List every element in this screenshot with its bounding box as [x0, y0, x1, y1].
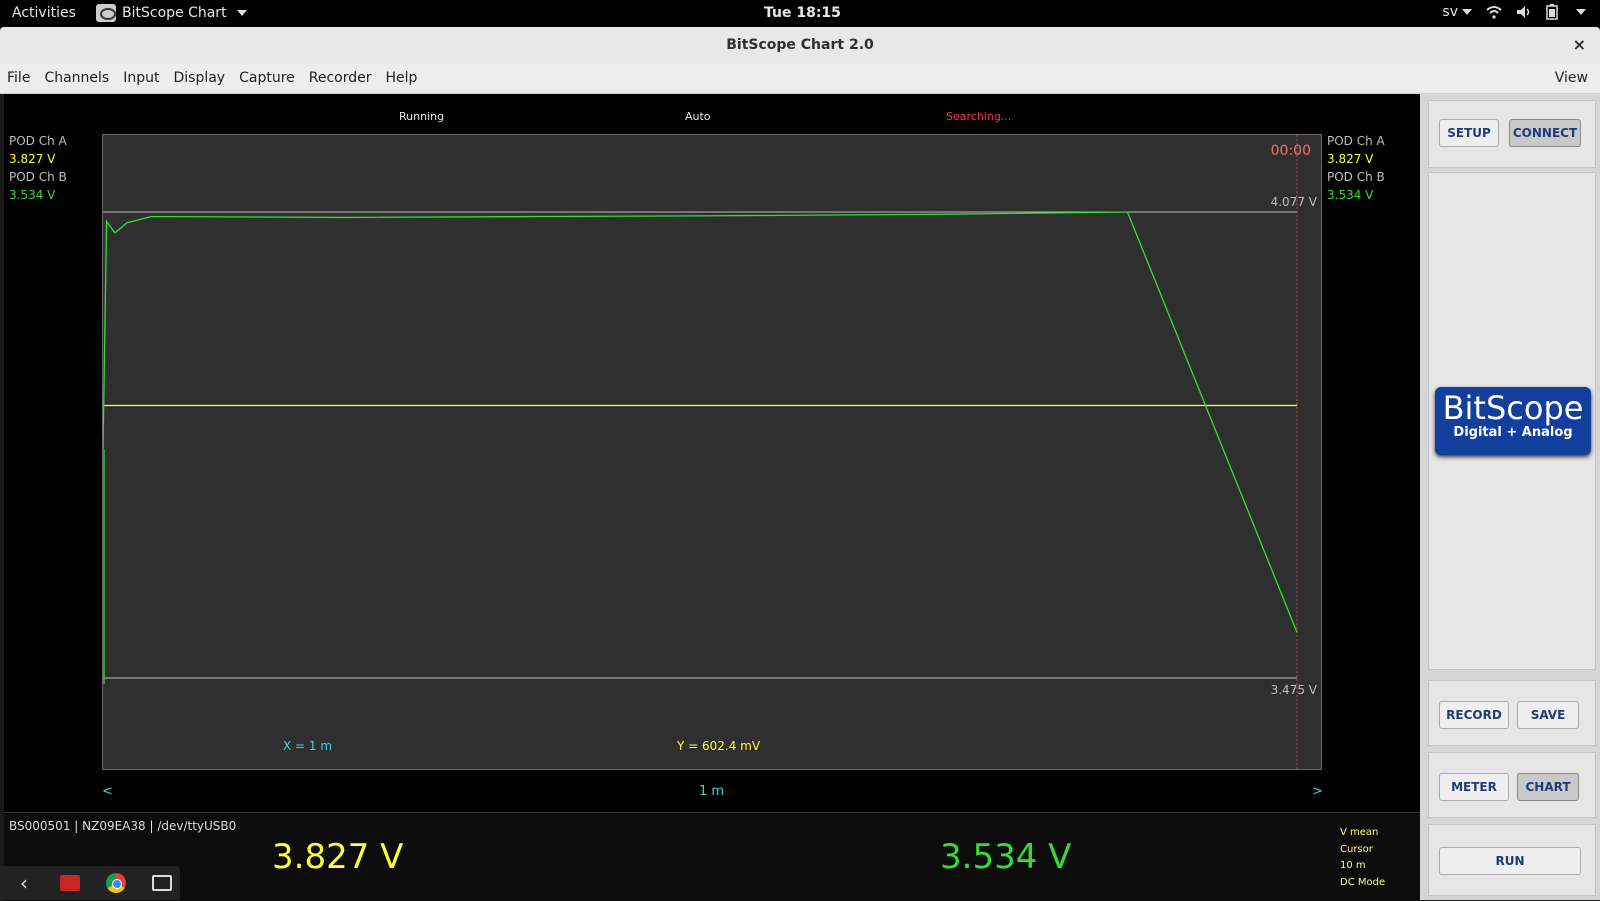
chart-display-area: Running Auto Searching... POD Ch A 3.827… — [4, 94, 1420, 901]
timebase-label: 1 m — [699, 784, 725, 799]
logo-title: BitScope — [1442, 389, 1584, 427]
menu-view[interactable]: View — [1555, 70, 1588, 86]
ch-a-value: 3.827 V — [9, 152, 56, 166]
control-sidebar: SETUP CONNECT BitScope Digital + Analog … — [1420, 94, 1600, 900]
menu-channels[interactable]: Channels — [44, 70, 109, 86]
menu-help[interactable]: Help — [386, 70, 418, 86]
ch-b-label: POD Ch B — [1327, 170, 1385, 184]
left-channel-readout: POD Ch A 3.827 V POD Ch B 3.534 V — [9, 132, 67, 204]
save-button[interactable]: SAVE — [1517, 701, 1579, 729]
connect-button[interactable]: CONNECT — [1509, 119, 1581, 147]
window-title-bar: BitScope Chart 2.0 × — [0, 27, 1600, 65]
waveform-plot[interactable]: 00:00 4.077 V 3.475 V X = 1 m Y = 602.4 … — [102, 134, 1322, 770]
bitscope-logo: BitScope Digital + Analog — [1435, 387, 1591, 455]
elapsed-time: 00:00 — [1270, 143, 1311, 159]
measurement-modes: V mean Cursor 10 m DC Mode — [1340, 825, 1385, 891]
ch-a-value: 3.827 V — [1327, 152, 1374, 166]
logo-subtitle: Digital + Analog — [1453, 425, 1573, 440]
calendar-app-icon[interactable] — [58, 872, 82, 894]
ch-a-label: POD Ch A — [9, 134, 67, 148]
system-status-area[interactable]: sv — [1442, 4, 1586, 20]
menu-display[interactable]: Display — [173, 70, 225, 86]
upper-voltage-label: 4.077 V — [1270, 195, 1317, 209]
app-menu-button[interactable]: BitScope Chart — [96, 4, 247, 22]
taskbar-dock: ‹ — [0, 866, 180, 900]
chrome-icon[interactable] — [104, 872, 128, 894]
menu-capture[interactable]: Capture — [239, 70, 295, 86]
wifi-icon — [1486, 6, 1502, 19]
run-panel: RUN — [1428, 824, 1596, 896]
big-ch-b-value: 3.534 V — [940, 837, 1072, 877]
menu-recorder[interactable]: Recorder — [309, 70, 372, 86]
mode-v-mean[interactable]: V mean — [1340, 825, 1385, 842]
chart-button[interactable]: CHART — [1517, 773, 1579, 801]
ch-a-label: POD Ch A — [1327, 134, 1385, 148]
connect-panel: SETUP CONNECT — [1428, 100, 1596, 168]
chevron-down-icon — [1462, 9, 1472, 15]
big-ch-a-value: 3.827 V — [272, 837, 404, 877]
x-cursor-readout: X = 1 m — [283, 739, 333, 753]
right-channel-readout: POD Ch A 3.827 V POD Ch B 3.534 V — [1327, 132, 1385, 204]
chevron-down-icon — [236, 10, 247, 16]
system-top-bar: Activities BitScope Chart Tue 18:15 sv — [0, 0, 1600, 27]
battery-icon — [1546, 4, 1558, 20]
clock[interactable]: Tue 18:15 — [764, 5, 841, 21]
scroll-left-button[interactable]: < — [102, 784, 113, 799]
network-app-icon[interactable] — [150, 872, 174, 894]
ch-b-value: 3.534 V — [9, 188, 56, 202]
ch-b-label: POD Ch B — [9, 170, 67, 184]
activities-button[interactable]: Activities — [12, 5, 76, 21]
mode-cursor[interactable]: Cursor — [1340, 842, 1385, 859]
close-icon[interactable]: × — [1573, 35, 1586, 54]
menu-bar: File Channels Input Display Capture Reco… — [0, 64, 1600, 94]
ch-b-value: 3.534 V — [1327, 188, 1374, 202]
run-status: Running — [399, 110, 445, 123]
window-title: BitScope Chart 2.0 — [726, 37, 874, 53]
measurement-footer: BS000501 | NZ09EA38 | /dev/ttyUSB0 3.827… — [4, 812, 1420, 901]
scroll-right-button[interactable]: > — [1312, 784, 1323, 799]
bitscope-app-icon — [96, 4, 116, 22]
view-mode-panel: METER CHART — [1428, 752, 1596, 818]
volume-icon — [1517, 6, 1530, 18]
mode-window[interactable]: 10 m — [1340, 858, 1385, 875]
mode-dc[interactable]: DC Mode — [1340, 875, 1385, 892]
meter-button[interactable]: METER — [1439, 773, 1509, 801]
y-cursor-readout: Y = 602.4 mV — [677, 739, 761, 753]
connection-status: Searching... — [946, 110, 1012, 123]
ch-b-trace — [103, 211, 1298, 633]
back-arrow-icon[interactable]: ‹ — [12, 871, 36, 895]
run-button[interactable]: RUN — [1439, 847, 1581, 875]
menu-input[interactable]: Input — [123, 70, 159, 86]
logo-panel: BitScope Digital + Analog — [1428, 172, 1596, 670]
app-menu-label: BitScope Chart — [122, 5, 227, 21]
waveform-svg[interactable] — [103, 135, 1321, 769]
language-indicator[interactable]: sv — [1442, 4, 1472, 20]
device-info: BS000501 | NZ09EA38 | /dev/ttyUSB0 — [9, 819, 237, 833]
menu-file[interactable]: File — [7, 70, 30, 86]
lower-voltage-label: 3.475 V — [1270, 683, 1317, 697]
record-button[interactable]: RECORD — [1439, 701, 1509, 729]
chevron-down-icon — [1576, 9, 1586, 15]
trigger-mode: Auto — [685, 110, 711, 123]
record-panel: RECORD SAVE — [1428, 680, 1596, 746]
setup-button[interactable]: SETUP — [1439, 119, 1499, 147]
